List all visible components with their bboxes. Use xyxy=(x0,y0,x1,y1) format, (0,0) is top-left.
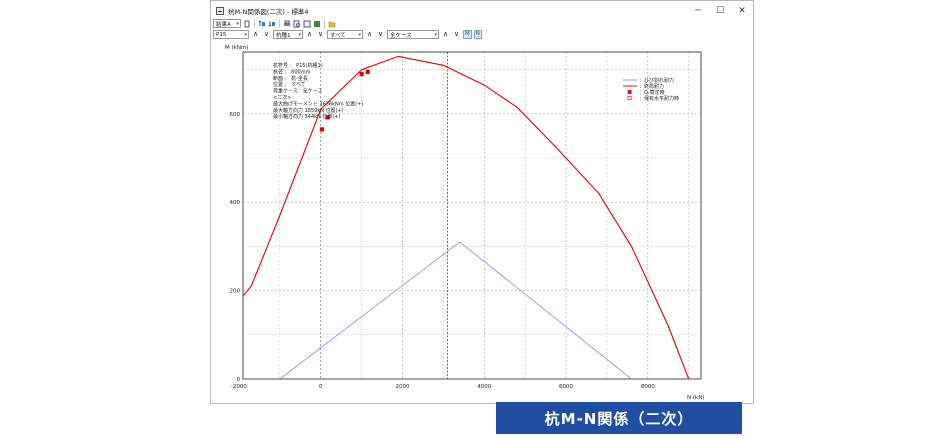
x-axis-label: N (kN) xyxy=(687,395,704,401)
x-tick-label: 8000 xyxy=(641,384,655,390)
x-tick-label: 6000 xyxy=(559,384,573,390)
y-axis-label: M (kNm) xyxy=(225,45,248,51)
legend-label: 終局耐力 xyxy=(644,83,664,90)
info-line: 最大曲げモーメント 3636kNm 位置(+) xyxy=(273,100,363,107)
case-select[interactable]: 結果A ▾ xyxy=(213,19,241,28)
info-line: 最大軸方向力 1859kN 位置(+) xyxy=(273,107,344,114)
info-line: 杭径 ： 800mm xyxy=(273,68,311,75)
info-line: <二次> xyxy=(273,94,291,101)
x-tick-label: 0 xyxy=(319,384,323,390)
print-icon[interactable] xyxy=(283,20,291,28)
caption-banner: 杭M-N関係（二次） xyxy=(496,402,742,434)
minimize-button[interactable]: ─ xyxy=(687,1,709,20)
data-point xyxy=(359,71,364,77)
series-line xyxy=(279,241,632,379)
maximize-button[interactable]: ☐ xyxy=(709,1,731,20)
info-line: 位置 ： すべて xyxy=(273,81,306,88)
x-tick-label: 2000 xyxy=(395,384,409,390)
y-tick-label: 600 xyxy=(230,112,241,118)
info-line: 断面 ： 杭-全長 xyxy=(273,75,308,82)
chevron-down-icon: ▾ xyxy=(236,21,239,27)
toolbar-divider xyxy=(324,19,325,28)
folder-icon[interactable] xyxy=(328,20,336,28)
y-tick-label: 200 xyxy=(230,289,241,295)
toolbar-divider xyxy=(254,19,255,28)
legend-label: 保有水平耐力時 xyxy=(644,95,679,102)
toolbar-main: 結果A ▾ xyxy=(213,18,336,29)
mn-chart: -2000 0 2000 4000 6000 80000200400600M (kNm)N… xyxy=(225,45,704,401)
toolbar-divider xyxy=(279,19,280,28)
close-button[interactable]: ✕ xyxy=(731,1,753,20)
y-tick-label: 0 xyxy=(237,377,241,383)
legend-swatch xyxy=(627,96,632,100)
y-tick-label: 400 xyxy=(230,200,241,206)
data-point xyxy=(319,127,325,132)
legend-label: Q:算定時 xyxy=(644,89,665,96)
legend-label: ひび割れ耐力 xyxy=(644,77,674,84)
export-icon[interactable] xyxy=(303,20,311,28)
info-line: 最小軸方向力 544kN 位置(+) xyxy=(273,113,340,120)
info-line: 杭符号 ： P15(杭種1) xyxy=(273,62,323,69)
app-window: 杭M-N関係図(二次) - 標準4 ─ ☐ ✕ 結果A ▾ P15 ▾ ∧ ∨ 杭種… xyxy=(210,0,754,404)
info-line: 荷重ケース：全ケース xyxy=(273,88,323,95)
legend-swatch xyxy=(627,90,632,94)
copy-icon[interactable] xyxy=(243,20,251,28)
preview-icon[interactable] xyxy=(293,20,301,28)
case-select-value: 結果A xyxy=(216,21,231,28)
x-tick-label: 4000 xyxy=(477,384,491,390)
window-title: 杭M-N関係図(二次) - 標準4 xyxy=(228,7,309,16)
excel-icon[interactable] xyxy=(313,20,321,28)
data-point xyxy=(365,69,370,74)
app-icon xyxy=(216,6,224,15)
sort-icon[interactable] xyxy=(258,19,266,28)
x-tick-label: -2000 xyxy=(231,384,247,390)
sort-desc-icon[interactable] xyxy=(268,20,276,28)
